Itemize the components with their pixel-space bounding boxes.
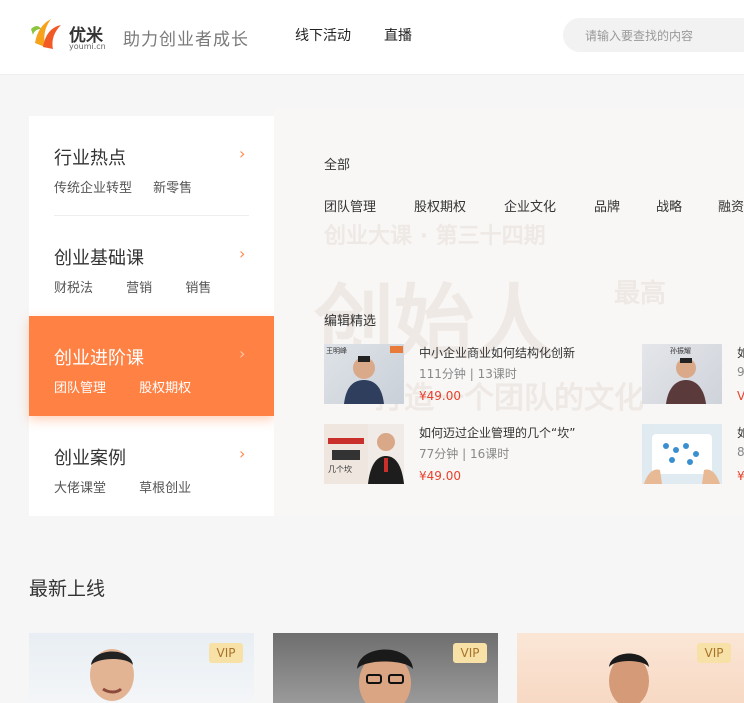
course-price: V [737,389,744,403]
course-thumbnail: 孙振耀 [642,344,722,404]
course-item[interactable]: 几个坎 如何迈过企业管理的几个“坎” 77分钟 | 16课时 ¥49.00 [324,424,624,484]
sub-link[interactable]: 财税法 [54,277,93,296]
course-thumbnail [642,424,722,484]
vip-badge: VIP [453,643,487,663]
course-thumbnail: 几个坎 [324,424,404,484]
course-thumbnail: 王明峰 [324,344,404,404]
category-subs: 团队管理 股权期权 [54,377,191,396]
category-title: 创业基础课 [54,248,144,269]
category-content: 创业大课 · 第三十四期 创始人 最高 打造一个团队的文化 全部 团队管理 股权… [274,108,744,516]
sub-link[interactable]: 传统企业转型 [54,177,132,196]
tab-all[interactable]: 全部 [324,154,350,173]
category-title: 行业热点 [54,148,126,169]
thumb-caption: 孙振耀 [670,347,691,355]
thumb-caption: 王明峰 [326,347,347,355]
sub-link[interactable]: 新零售 [153,177,192,196]
tag-corporate-culture[interactable]: 企业文化 [504,196,556,215]
category-panel: 行业热点 › 传统企业转型 新零售 创业基础课 › 财税法 营销 销售 创业进阶… [29,116,274,516]
chevron-right-icon: › [239,144,246,163]
course-meta: 9 [737,365,744,379]
nav-offline-events[interactable]: 线下活动 [295,25,351,45]
search-box [563,18,744,54]
logo-mark-icon [31,19,61,49]
sub-link[interactable]: 股权期权 [139,377,191,396]
course-price: ¥49.00 [419,469,461,483]
chevron-right-icon: › [239,344,246,363]
course-title[interactable]: 中小企业商业如何结构化创新 [419,344,575,361]
category-industry-hot[interactable]: 行业热点 › 传统企业转型 新零售 [29,116,274,216]
course-title[interactable]: 如 [737,344,744,361]
category-advanced-course[interactable]: 创业进阶课 › 团队管理 股权期权 [29,316,274,416]
sub-link[interactable]: 销售 [185,277,211,296]
latest-card[interactable]: VIP [29,633,254,703]
slogan: 助力创业者成长 [123,30,249,50]
course-price: ¥ [737,469,744,483]
logo-domain: youmi.cn [69,42,106,51]
course-meta: 8 [737,445,744,459]
thumb-caption: 几个坎 [328,465,352,474]
top-header: 优米 youmi.cn 助力创业者成长 线下活动 直播 [0,0,744,75]
course-title[interactable]: 如何迈过企业管理的几个“坎” [419,424,575,441]
tag-strategy[interactable]: 战略 [656,196,682,215]
course-meta: 77分钟 | 16课时 [419,447,510,461]
category-cases[interactable]: 创业案例 › 大佬课堂 草根创业 [29,416,274,516]
category-subs: 传统企业转型 新零售 [54,177,192,196]
latest-section-title: 最新上线 [29,578,106,600]
course-price: ¥49.00 [419,389,461,403]
tag-team-management[interactable]: 团队管理 [324,196,376,215]
course-item[interactable]: 如 8 ¥ [642,424,744,484]
course-meta: 111分钟 | 13课时 [419,367,517,381]
tag-equity-options[interactable]: 股权期权 [414,196,466,215]
category-basic-course[interactable]: 创业基础课 › 财税法 营销 销售 [29,216,274,316]
vip-badge: VIP [209,643,243,663]
latest-card[interactable]: VIP [273,633,498,703]
sub-link[interactable]: 营销 [126,277,152,296]
chevron-right-icon: › [239,444,246,463]
youmi-logo[interactable]: 优米 youmi.cn [29,13,109,53]
editors-pick-label: 编辑精选 [324,314,377,329]
chevron-right-icon: › [239,244,246,263]
category-subs: 财税法 营销 销售 [54,277,211,296]
vip-badge: VIP [697,643,731,663]
tag-brand[interactable]: 品牌 [594,196,620,215]
category-title: 创业进阶课 [54,348,144,369]
course-title[interactable]: 如 [737,424,744,441]
search-input[interactable] [583,18,744,54]
latest-card[interactable]: VIP [517,633,744,703]
sub-link[interactable]: 大佬课堂 [54,477,106,496]
category-subs: 大佬课堂 草根创业 [54,477,191,496]
course-item[interactable]: 王明峰 中小企业商业如何结构化创新 111分钟 | 13课时 ¥49.00 [324,344,624,404]
course-item[interactable]: 孙振耀 如 9 V [642,344,744,404]
nav-live[interactable]: 直播 [384,25,412,45]
tag-financing[interactable]: 融资 [718,196,744,215]
sub-link[interactable]: 团队管理 [54,377,106,396]
category-title: 创业案例 [54,448,126,469]
sub-link[interactable]: 草根创业 [139,477,191,496]
